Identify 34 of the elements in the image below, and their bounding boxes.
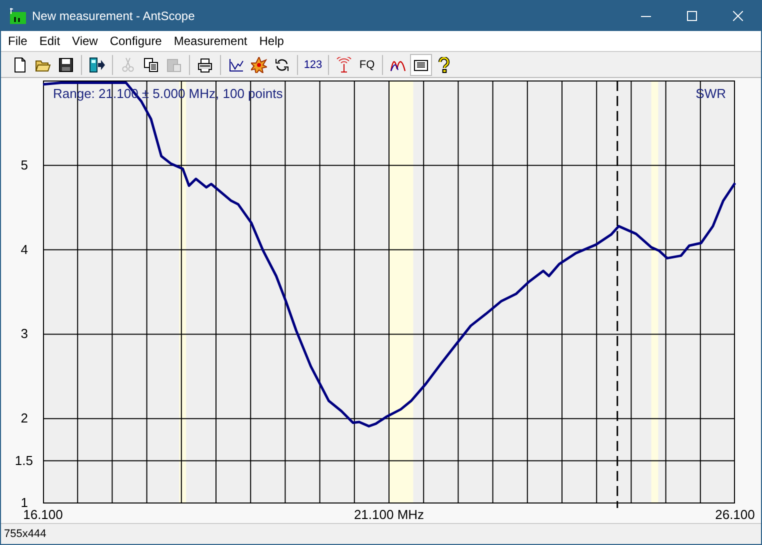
toolbar-button[interactable]: 123 [302,54,324,76]
scissors-icon [120,56,136,72]
app-logo-icon [10,8,26,24]
status-text: 755x444 [4,528,46,540]
menu-item[interactable]: File [2,34,34,48]
printer-icon [197,56,213,72]
maximize-icon [687,10,697,20]
y-tick-label: 3 [20,326,28,341]
help-question-icon [436,56,452,72]
window-title: New measurement - AntScope [32,8,196,22]
new-document-icon [12,56,28,72]
y-tick-label: 5 [20,157,28,172]
close-icon [733,10,743,20]
menu-item[interactable]: View [66,34,104,48]
y-tick-label: 1.5 [14,452,33,468]
clipboard-icon [166,56,182,72]
antenna-icon [336,56,352,72]
device-arrow-icon [89,56,105,72]
copy-icon [143,56,159,72]
star-burst-icon [251,56,267,72]
line-chart-icon [228,56,244,72]
menu-item[interactable]: Measurement [168,34,254,48]
toolbar-button[interactable]: FQ [356,54,378,76]
toolbar-button[interactable] [410,54,432,76]
marker-line[interactable] [616,80,618,508]
y-tick-label: 4 [20,241,28,256]
menu-item[interactable]: Edit [33,34,66,48]
refresh-icon [274,56,290,72]
x-tick-label: 26.100 [715,506,755,522]
y-tick-label: 2 [20,410,28,426]
x-tick-label: 21.100 MHz [354,506,424,522]
save-icon [58,56,74,72]
menu-item[interactable]: Help [253,34,290,48]
menu-item[interactable]: Configure [104,34,168,48]
